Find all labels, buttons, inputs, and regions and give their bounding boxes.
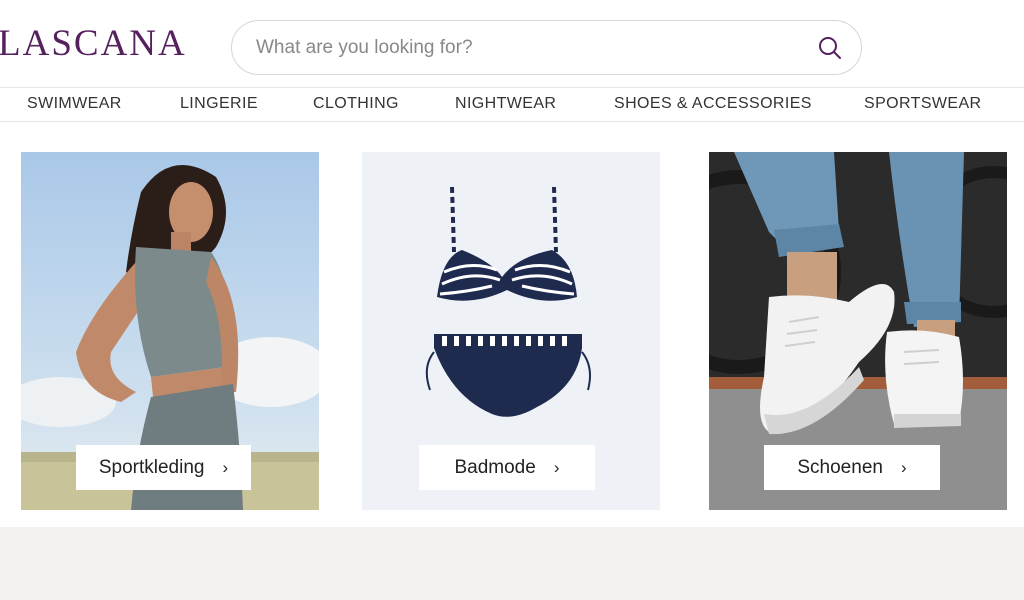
chevron-right-icon: › <box>553 457 560 477</box>
category-tile-swimwear[interactable]: Badmode › <box>362 152 660 510</box>
category-tile-sportswear[interactable]: Sportkleding › <box>21 152 319 510</box>
nav-item-swimwear[interactable]: SWIMWEAR <box>27 95 122 113</box>
category-label: Badmode <box>454 456 536 478</box>
nav-item-sportswear[interactable]: SPORTSWEAR <box>864 95 982 113</box>
nav-item-shoes-accessories[interactable]: SHOES & ACCESSORIES <box>614 95 812 113</box>
nav-item-lingerie[interactable]: LINGERIE <box>180 95 258 113</box>
category-tile-shoes[interactable]: Schoenen › <box>709 152 1007 510</box>
header: LASCANA <box>0 0 1024 88</box>
nav-item-nightwear[interactable]: NIGHTWEAR <box>455 95 556 113</box>
main-nav: SWIMWEAR LINGERIE CLOTHING NIGHTWEAR SHO… <box>0 88 1024 122</box>
category-button-swimwear[interactable]: Badmode › <box>419 445 595 490</box>
search-icon[interactable] <box>817 35 843 61</box>
category-button-sportswear[interactable]: Sportkleding › <box>76 445 251 490</box>
search-bar[interactable] <box>231 20 862 75</box>
chevron-right-icon: › <box>900 457 907 477</box>
brand-logo[interactable]: LASCANA <box>0 22 187 65</box>
category-label: Sportkleding <box>98 456 205 478</box>
category-button-shoes[interactable]: Schoenen › <box>764 445 940 490</box>
nav-item-clothing[interactable]: CLOTHING <box>313 95 399 113</box>
footer-band <box>0 527 1024 600</box>
category-label: Schoenen <box>797 456 883 478</box>
search-input[interactable] <box>256 33 796 63</box>
chevron-right-icon: › <box>222 457 229 477</box>
